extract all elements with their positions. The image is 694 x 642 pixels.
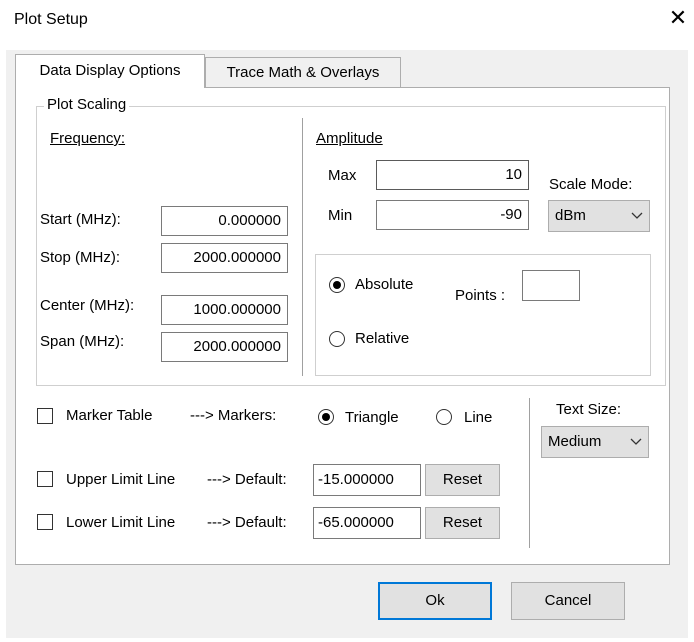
upper-limit-field[interactable]: -15.000000 <box>313 464 421 496</box>
span-mhz-field[interactable]: 2000.000000 <box>161 332 288 362</box>
lower-limit-label: Lower Limit Line <box>66 514 176 531</box>
plot-scaling-label: Plot Scaling <box>44 96 130 113</box>
absolute-label: Absolute <box>355 276 414 293</box>
tab-data-display-options[interactable]: Data Display Options <box>15 54 205 88</box>
min-field[interactable]: -90 <box>376 200 529 230</box>
chevron-down-icon <box>630 427 642 468</box>
marker-table-label: Marker Table <box>66 407 153 424</box>
relative-label: Relative <box>355 330 410 347</box>
lower-default-label: ---> Default: <box>207 514 287 531</box>
marker-table-checkbox[interactable] <box>37 408 53 424</box>
frequency-amplitude-divider <box>302 118 303 376</box>
lower-limit-field[interactable]: -65.000000 <box>313 507 421 539</box>
amplitude-heading: Amplitude <box>316 130 383 147</box>
amplitude-mode-group <box>315 254 651 376</box>
text-size-label: Text Size: <box>556 401 622 418</box>
center-label: Center (MHz): <box>40 297 135 314</box>
start-label: Start (MHz): <box>40 211 121 228</box>
text-size-divider <box>529 398 530 548</box>
ok-button[interactable]: Ok <box>378 582 492 620</box>
points-label: Points : <box>455 287 506 304</box>
line-label: Line <box>464 409 493 426</box>
upper-default-label: ---> Default: <box>207 471 287 488</box>
span-label: Span (MHz): <box>40 333 125 350</box>
upper-limit-label: Upper Limit Line <box>66 471 176 488</box>
scale-mode-value: dBm <box>555 207 586 224</box>
upper-reset-button[interactable]: Reset <box>425 464 500 496</box>
chevron-down-icon <box>631 201 643 242</box>
frequency-heading: Frequency: <box>50 130 126 147</box>
cancel-button[interactable]: Cancel <box>511 582 625 620</box>
triangle-radio[interactable] <box>318 409 334 425</box>
scale-mode-label: Scale Mode: <box>549 176 633 193</box>
triangle-label: Triangle <box>345 409 399 426</box>
absolute-radio[interactable] <box>329 277 345 293</box>
max-field[interactable]: 10 <box>376 160 529 190</box>
tab-trace-math-overlays[interactable]: Trace Math & Overlays <box>205 57 401 87</box>
center-mhz-field[interactable]: 1000.000000 <box>161 295 288 325</box>
window-title: Plot Setup <box>14 11 88 28</box>
text-size-value: Medium <box>548 433 602 450</box>
lower-reset-button[interactable]: Reset <box>425 507 500 539</box>
start-mhz-field[interactable]: 0.000000 <box>161 206 288 236</box>
stop-mhz-field[interactable]: 2000.000000 <box>161 243 288 273</box>
stop-label: Stop (MHz): <box>40 249 121 266</box>
relative-radio[interactable] <box>329 331 345 347</box>
points-field[interactable] <box>522 270 580 301</box>
max-label: Max <box>328 167 357 184</box>
upper-limit-checkbox[interactable] <box>37 471 53 487</box>
markers-arrow-label: ---> Markers: <box>190 407 277 424</box>
line-radio[interactable] <box>436 409 452 425</box>
min-label: Min <box>328 207 353 224</box>
close-icon[interactable]: ✕ <box>666 6 690 30</box>
lower-limit-checkbox[interactable] <box>37 514 53 530</box>
text-size-select[interactable]: Medium <box>541 426 649 458</box>
scale-mode-select[interactable]: dBm <box>548 200 650 232</box>
